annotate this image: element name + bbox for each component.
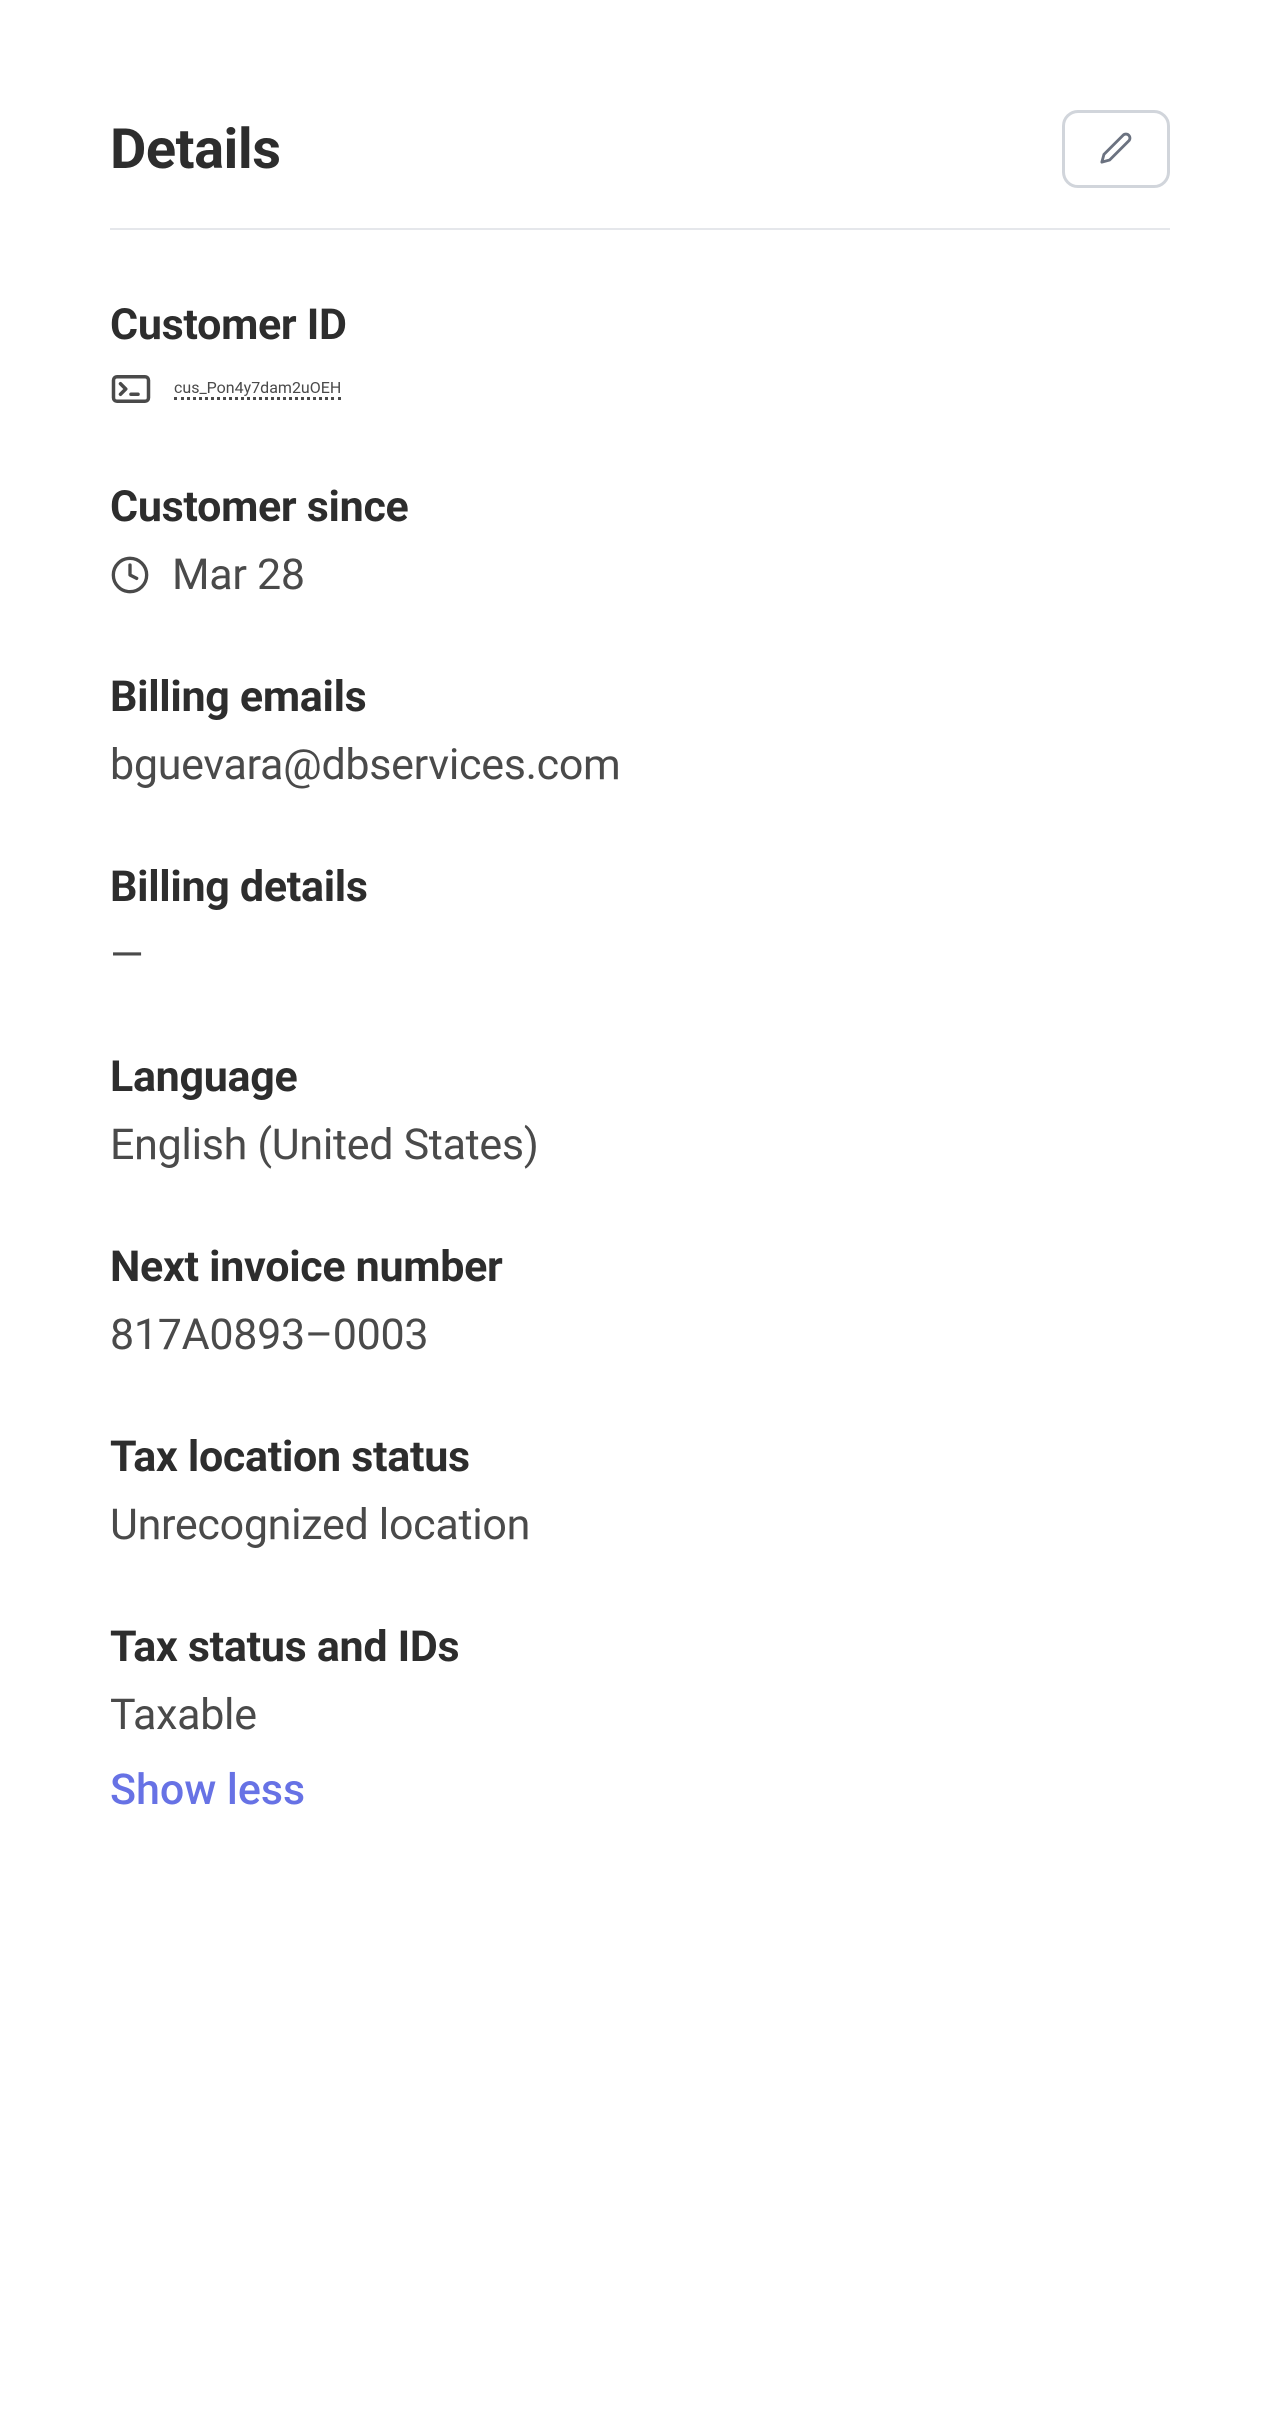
language-value: English (United States) <box>110 1120 1170 1170</box>
customer-since-field: Customer since Mar 28 <box>110 482 1170 600</box>
customer-since-value: Mar 28 <box>172 550 305 600</box>
customer-id-label: Customer ID <box>110 300 1170 350</box>
next-invoice-number-label: Next invoice number <box>110 1242 1170 1292</box>
customer-id-value[interactable]: cus_Pon4y7dam2uOEH <box>174 378 341 400</box>
customer-since-label: Customer since <box>110 482 1170 532</box>
customer-id-field: Customer ID cus_Pon4y7dam2uOEH <box>110 300 1170 410</box>
tax-location-status-label: Tax location status <box>110 1432 1170 1482</box>
billing-details-field: Billing details — <box>110 862 1170 980</box>
tax-location-status-field: Tax location status Unrecognized locatio… <box>110 1432 1170 1550</box>
billing-emails-value: bguevara@dbservices.com <box>110 740 1170 790</box>
next-invoice-number-field: Next invoice number 817A0893–0003 <box>110 1242 1170 1360</box>
next-invoice-number-value: 817A0893–0003 <box>110 1310 1170 1360</box>
billing-emails-label: Billing emails <box>110 672 1170 722</box>
customer-id-value-row: cus_Pon4y7dam2uOEH <box>110 368 1170 410</box>
billing-emails-field: Billing emails bguevara@dbservices.com <box>110 672 1170 790</box>
language-label: Language <box>110 1052 1170 1102</box>
customer-since-value-row: Mar 28 <box>110 550 1170 600</box>
show-less-link[interactable]: Show less <box>110 1765 305 1815</box>
tax-status-and-ids-field: Tax status and IDs Taxable Show less <box>110 1622 1170 1815</box>
edit-button[interactable] <box>1062 110 1170 188</box>
tax-status-and-ids-value: Taxable <box>110 1690 1170 1740</box>
details-header: Details <box>110 110 1170 230</box>
page-title: Details <box>110 116 280 182</box>
tax-location-status-value: Unrecognized location <box>110 1500 1170 1550</box>
language-field: Language English (United States) <box>110 1052 1170 1170</box>
pencil-icon <box>1099 131 1133 168</box>
clock-icon <box>110 555 150 595</box>
billing-details-value: — <box>110 930 1170 980</box>
billing-details-label: Billing details <box>110 862 1170 912</box>
tax-status-and-ids-label: Tax status and IDs <box>110 1622 1170 1672</box>
terminal-icon <box>110 368 152 410</box>
